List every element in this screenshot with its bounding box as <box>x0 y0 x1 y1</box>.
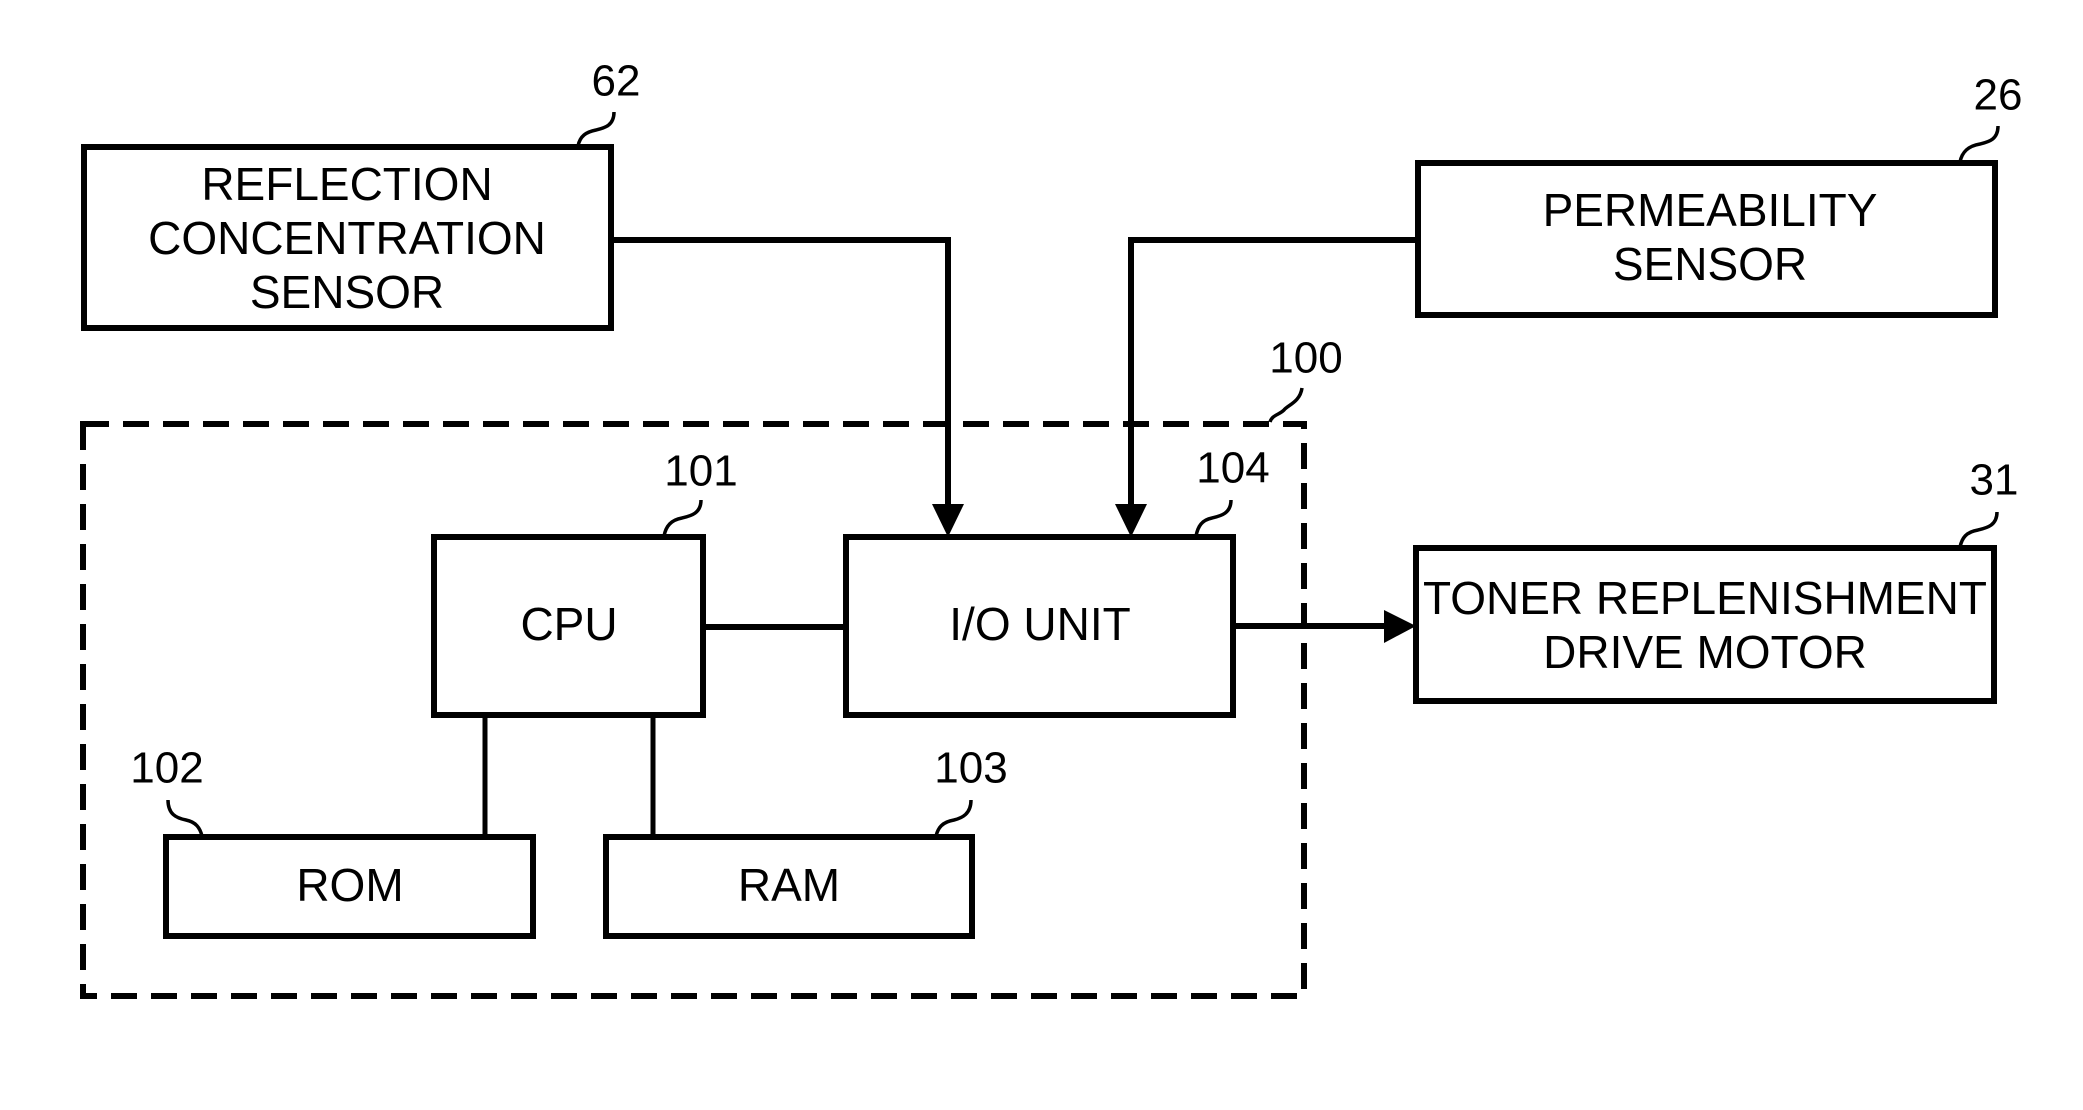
ram-label: RAM <box>738 859 840 911</box>
permeability-sensor-block: PERMEABILITY SENSOR <box>1415 160 1998 318</box>
reflection-sensor-line-2: CONCENTRATION <box>148 212 546 264</box>
io-unit-ref: 104 <box>1196 444 1269 493</box>
toner-motor-line-1: TONER REPLENISHMENT <box>1423 572 1987 624</box>
permeability-sensor-ref-leader <box>1958 125 2000 163</box>
rom-label: ROM <box>296 859 403 911</box>
reflection-concentration-sensor-block: REFLECTION CONCENTRATION SENSOR <box>81 144 614 331</box>
rom-ref-leader <box>166 799 204 837</box>
toner-replenishment-drive-motor-block: TONER REPLENISHMENT DRIVE MOTOR <box>1413 545 1997 704</box>
rom-block: ROM <box>163 834 536 939</box>
block-diagram: 100 REFLECTION CONCENTRATION SENSOR 62 P… <box>80 57 2023 999</box>
reflection-sensor-ref: 62 <box>592 57 641 106</box>
io-unit-label: I/O UNIT <box>949 598 1130 650</box>
toner-motor-ref: 31 <box>1970 456 2019 505</box>
permeability-sensor-ref: 26 <box>1974 71 2023 120</box>
cpu-label: CPU <box>520 598 617 650</box>
permeability-sensor-line-1: PERMEABILITY <box>1543 184 1878 236</box>
reflection-sensor-ref-leader <box>576 111 616 147</box>
io-to-toner-motor-arrowhead <box>1384 610 1416 643</box>
permeability-sensor-line-2: SENSOR <box>1613 238 1807 290</box>
ram-block: RAM <box>603 834 975 939</box>
cpu-block: CPU <box>431 534 706 718</box>
reflection-sensor-to-io-wire <box>611 237 951 508</box>
controller-ref-leader <box>1268 387 1304 423</box>
ram-ref-leader <box>934 799 973 837</box>
cpu-ref-leader <box>662 499 703 537</box>
toner-motor-ref-leader <box>1958 511 1999 548</box>
io-unit-block: I/O UNIT <box>843 534 1236 718</box>
io-unit-ref-leader <box>1194 499 1233 537</box>
permeability-sensor-to-io-arrowhead <box>1115 504 1147 537</box>
controller-ref: 100 <box>1269 334 1342 383</box>
reflection-sensor-line-1: REFLECTION <box>201 158 492 210</box>
toner-motor-line-2: DRIVE MOTOR <box>1543 626 1867 678</box>
ram-ref: 103 <box>934 744 1007 793</box>
reflection-sensor-to-io-arrowhead <box>932 504 964 537</box>
rom-ref: 102 <box>130 744 203 793</box>
reflection-sensor-line-3: SENSOR <box>250 266 444 318</box>
cpu-ref: 101 <box>664 447 737 496</box>
